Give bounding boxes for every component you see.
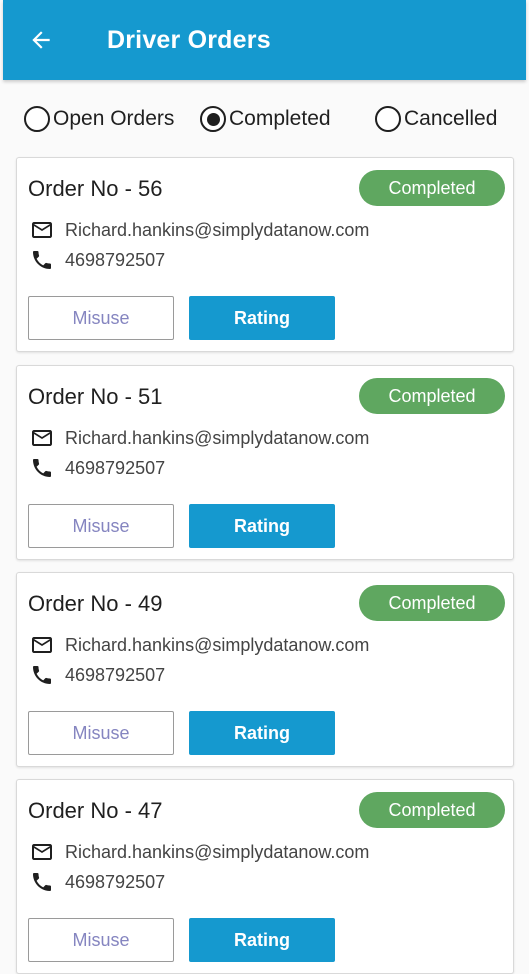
phone-icon bbox=[30, 456, 54, 480]
misuse-button[interactable]: Misuse bbox=[28, 711, 174, 755]
email-text: Richard.hankins@simplydatanow.com bbox=[65, 219, 370, 240]
status-badge: Completed bbox=[359, 378, 505, 414]
misuse-button[interactable]: Misuse bbox=[28, 504, 174, 548]
order-card: Order No - 49 Completed Richard.hankins@… bbox=[16, 572, 514, 767]
phone-row: 4698792507 bbox=[30, 663, 165, 687]
order-status-filter: Open Orders Completed Cancelled bbox=[0, 97, 529, 141]
misuse-button[interactable]: Misuse bbox=[28, 918, 174, 962]
email-text: Richard.hankins@simplydatanow.com bbox=[65, 841, 370, 862]
order-number: Order No - 49 bbox=[28, 591, 163, 616]
email-row: Richard.hankins@simplydatanow.com bbox=[30, 633, 369, 657]
order-number: Order No - 47 bbox=[28, 798, 163, 823]
status-badge: Completed bbox=[359, 170, 505, 206]
phone-icon bbox=[30, 870, 54, 894]
status-badge: Completed bbox=[359, 585, 505, 621]
phone-text: 4698792507 bbox=[65, 664, 166, 685]
mail-icon bbox=[30, 633, 54, 657]
mail-icon bbox=[30, 840, 54, 864]
radio-selected-icon[interactable] bbox=[200, 106, 226, 132]
filter-open-orders[interactable]: Open Orders bbox=[24, 97, 174, 141]
mail-icon bbox=[30, 218, 54, 242]
filter-label: Open Orders bbox=[53, 107, 175, 130]
back-button[interactable] bbox=[17, 16, 65, 64]
status-badge: Completed bbox=[359, 792, 505, 828]
radio-unselected-icon[interactable] bbox=[24, 106, 50, 132]
order-card: Order No - 51 Completed Richard.hankins@… bbox=[16, 365, 514, 560]
phone-icon bbox=[30, 248, 54, 272]
page-title: Driver Orders bbox=[107, 25, 271, 54]
order-number: Order No - 56 bbox=[28, 176, 163, 201]
phone-row: 4698792507 bbox=[30, 870, 165, 894]
phone-text: 4698792507 bbox=[65, 457, 166, 478]
filter-label: Completed bbox=[229, 107, 331, 130]
app-bar: Driver Orders bbox=[3, 0, 526, 80]
order-number: Order No - 51 bbox=[28, 384, 163, 409]
radio-unselected-icon[interactable] bbox=[375, 106, 401, 132]
email-row: Richard.hankins@simplydatanow.com bbox=[30, 426, 369, 450]
email-text: Richard.hankins@simplydatanow.com bbox=[65, 634, 370, 655]
phone-row: 4698792507 bbox=[30, 248, 165, 272]
misuse-button[interactable]: Misuse bbox=[28, 296, 174, 340]
email-row: Richard.hankins@simplydatanow.com bbox=[30, 840, 369, 864]
filter-completed[interactable]: Completed bbox=[200, 97, 331, 141]
rating-button[interactable]: Rating bbox=[189, 296, 335, 340]
phone-text: 4698792507 bbox=[65, 871, 166, 892]
phone-icon bbox=[30, 663, 54, 687]
rating-button[interactable]: Rating bbox=[189, 711, 335, 755]
phone-row: 4698792507 bbox=[30, 456, 165, 480]
phone-text: 4698792507 bbox=[65, 249, 166, 270]
mail-icon bbox=[30, 426, 54, 450]
arrow-left-icon bbox=[32, 31, 50, 49]
filter-cancelled[interactable]: Cancelled bbox=[375, 97, 497, 141]
email-text: Richard.hankins@simplydatanow.com bbox=[65, 427, 370, 448]
order-card: Order No - 47 Completed Richard.hankins@… bbox=[16, 779, 514, 974]
rating-button[interactable]: Rating bbox=[189, 504, 335, 548]
filter-label: Cancelled bbox=[404, 107, 498, 130]
rating-button[interactable]: Rating bbox=[189, 918, 335, 962]
email-row: Richard.hankins@simplydatanow.com bbox=[30, 218, 369, 242]
order-card: Order No - 56 Completed Richard.hankins@… bbox=[16, 157, 514, 352]
